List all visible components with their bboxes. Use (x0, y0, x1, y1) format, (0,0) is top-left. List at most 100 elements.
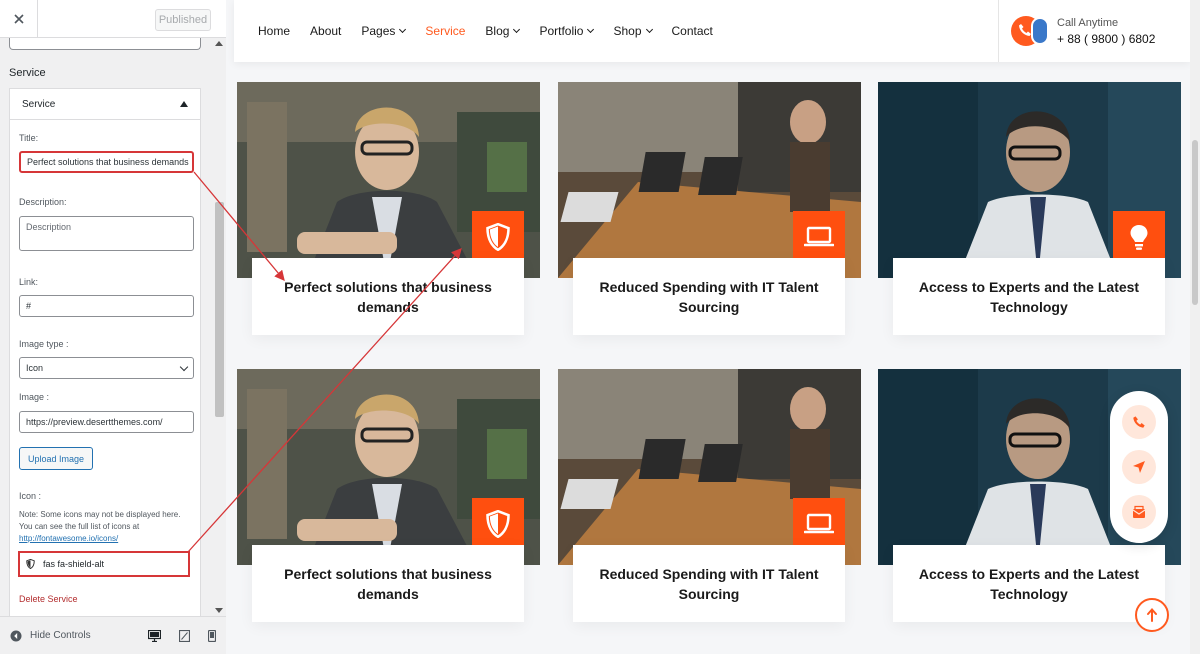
nav-item-pages[interactable]: Pages (361, 24, 407, 38)
sidebar-scrollbar[interactable] (212, 38, 226, 616)
section-title: Service (9, 67, 46, 79)
chevron-down-icon (645, 25, 653, 34)
icon-value: fas fa-shield-alt (43, 559, 105, 569)
link-field[interactable]: # (19, 295, 194, 317)
main-nav: Home About Pages Service Blog Portfolio … (258, 0, 713, 62)
chevron-down-icon (587, 25, 595, 34)
service-icon-badge (793, 498, 845, 550)
nav-label: Blog (485, 24, 510, 38)
chevron-down-icon (399, 25, 407, 34)
hide-controls-label: Hide Controls (30, 630, 91, 641)
location-arrow-icon (1133, 460, 1145, 473)
collapse-caret-icon (180, 101, 188, 107)
service-card[interactable]: Reduced Spending with IT Talent Sourcing (558, 369, 861, 624)
close-button[interactable] (0, 0, 38, 38)
image-url-field[interactable]: https://preview.desertthemes.com/ (19, 411, 194, 433)
nav-label: Portfolio (539, 24, 584, 38)
nav-label: Contact (671, 24, 713, 38)
preview-scrollbar[interactable] (1190, 0, 1200, 654)
preview-scrollbar-thumb[interactable] (1192, 140, 1198, 305)
service-card[interactable]: Perfect solutions that business demands (237, 369, 540, 624)
mail-button[interactable] (1122, 495, 1156, 530)
phone-button[interactable] (1122, 404, 1156, 439)
scroll-down-arrow-icon[interactable] (215, 608, 223, 613)
nav-item-home[interactable]: Home (258, 24, 290, 38)
service-icon-badge (472, 211, 524, 263)
description-label: Description: (19, 197, 67, 207)
back-to-top-button[interactable] (1135, 598, 1169, 632)
scrollbar-thumb[interactable] (215, 202, 224, 417)
lightbulb-icon (1130, 225, 1148, 250)
desktop-icon[interactable] (148, 629, 161, 642)
shield-icon (26, 559, 35, 569)
customizer-sidebar: Published Service Service Title: Perfect… (0, 0, 226, 654)
delete-service-link[interactable]: Delete Service (19, 594, 78, 604)
call-number: + 88 ( 9800 ) 6802 (1057, 32, 1156, 46)
nav-label: Pages (361, 24, 396, 38)
service-title[interactable]: Reduced Spending with IT Talent Sourcing (573, 545, 845, 622)
service-title[interactable]: Perfect solutions that business demands (252, 545, 524, 622)
shield-icon (486, 510, 510, 538)
laptop-icon (804, 513, 834, 534)
scroll-up-arrow-icon[interactable] (215, 41, 223, 46)
service-title[interactable]: Access to Experts and the Latest Technol… (893, 545, 1165, 622)
image-type-label: Image type : (19, 339, 69, 349)
nav-item-blog[interactable]: Blog (485, 24, 521, 38)
nav-label: About (310, 24, 342, 38)
close-icon (13, 14, 24, 24)
service-card[interactable]: Perfect solutions that business demands (237, 82, 540, 337)
previous-textarea[interactable] (9, 38, 201, 50)
customizer-header: Published (0, 0, 226, 38)
icon-label: Icon : (19, 491, 42, 501)
service-icon-badge (472, 498, 524, 550)
chevron-down-icon (513, 25, 521, 34)
envelope-open-icon (1132, 506, 1146, 519)
laptop-icon (804, 226, 834, 247)
image-type-select[interactable]: Icon (19, 357, 194, 379)
customizer-controls: Service Service Title: Perfect solutions… (0, 38, 226, 616)
service-card[interactable]: Reduced Spending with IT Talent Sourcing (558, 82, 861, 337)
image-type-value: Icon (26, 363, 44, 373)
shield-icon (486, 223, 510, 251)
service-icon-badge (1113, 211, 1165, 263)
icon-note: Note: Some icons may not be displayed he… (19, 509, 189, 545)
site-preview: Home About Pages Service Blog Portfolio … (226, 0, 1200, 654)
image-label: Image : (19, 392, 50, 402)
service-panel-header[interactable]: Service (10, 89, 200, 120)
nav-label: Home (258, 24, 291, 38)
service-title[interactable]: Perfect solutions that business demands (252, 258, 524, 335)
upload-image-button[interactable]: Upload Image (19, 447, 94, 470)
service-title[interactable]: Reduced Spending with IT Talent Sourcing (573, 258, 845, 335)
call-label: Call Anytime (1057, 17, 1119, 29)
service-title[interactable]: Access to Experts and the Latest Technol… (893, 258, 1165, 335)
nav-label: Service (425, 24, 466, 38)
phone-icon (1133, 415, 1145, 428)
hide-controls-button[interactable]: Hide Controls (10, 630, 91, 642)
service-panel: Service Title: Perfect solutions that bu… (9, 88, 201, 616)
floating-contact-bar (1110, 391, 1168, 543)
nav-item-service[interactable]: Service (425, 24, 465, 38)
chevron-down-icon (179, 362, 189, 371)
tablet-icon[interactable] (179, 629, 190, 642)
icon-field[interactable]: fas fa-shield-alt (18, 551, 190, 577)
nav-label: Shop (613, 24, 642, 38)
nav-item-shop[interactable]: Shop (613, 24, 653, 38)
link-label: Link: (19, 277, 39, 287)
published-button[interactable]: Published (155, 9, 211, 31)
nav-item-about[interactable]: About (310, 24, 341, 38)
title-field[interactable]: Perfect solutions that business demands (19, 151, 194, 173)
call-anytime[interactable]: Call Anytime + 88 ( 9800 ) 6802 (998, 0, 1190, 62)
site-header: Home About Pages Service Blog Portfolio … (234, 0, 1190, 62)
nav-item-contact[interactable]: Contact (672, 24, 713, 38)
location-button[interactable] (1122, 449, 1156, 484)
phone-icon (1011, 13, 1053, 49)
fontawesome-link[interactable]: http://fontawesome.io/icons/ (19, 534, 118, 543)
icon-note-text: Note: Some icons may not be displayed he… (19, 510, 181, 531)
mobile-icon[interactable] (208, 629, 216, 642)
description-field[interactable]: Description (19, 216, 194, 251)
service-card[interactable]: Access to Experts and the Latest Technol… (878, 82, 1181, 337)
title-label: Title: (19, 133, 39, 143)
arrow-left-circle-icon (10, 630, 22, 641)
panel-title: Service (22, 98, 56, 110)
nav-item-portfolio[interactable]: Portfolio (539, 24, 595, 38)
